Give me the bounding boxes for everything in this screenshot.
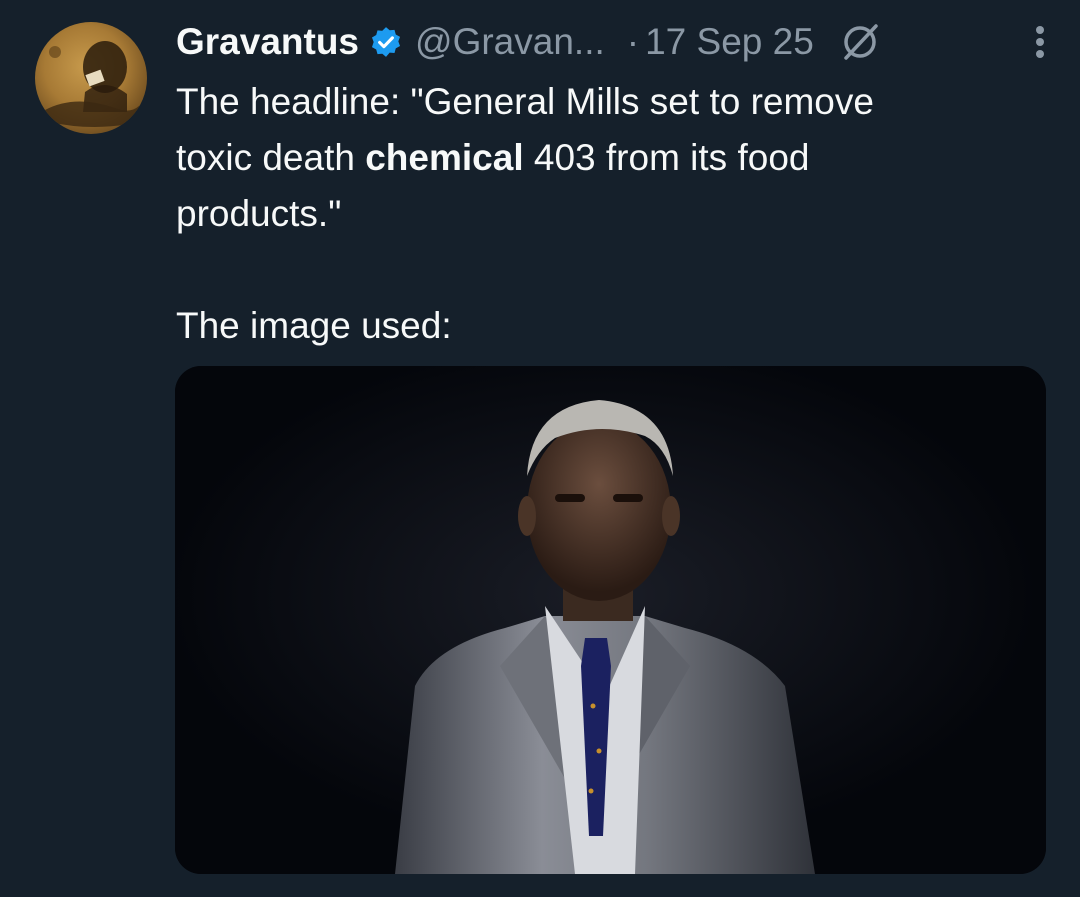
author-name[interactable]: Gravantus [176,21,359,63]
tweet-text-segment: The image used: [176,305,452,346]
verified-badge-icon [369,25,403,59]
tweet[interactable]: Gravantus @Gravan... · 17 Sep 25 The hea… [0,0,1080,897]
tweet-text-segment: 403 from its food [523,137,810,178]
more-options-icon[interactable] [1020,22,1060,62]
avatar-image [45,41,139,127]
grok-icon[interactable] [838,20,882,64]
tweet-text-line: The image used: [176,298,1036,354]
photo [175,366,1046,874]
author-handle[interactable]: @Gravan... [415,21,605,63]
tweet-text-line: The headline: "General Mills set to remo… [176,74,1036,130]
tweet-text-line: products." [176,186,1036,242]
tweet-text-segment: The headline: "General Mills set to remo… [176,81,874,122]
tweet-text-bold: chemical [365,137,524,178]
tweet-text-line: toxic death chemical 403 from its food [176,130,1036,186]
tweet-date[interactable]: 17 Sep 25 [645,21,814,63]
tweet-text-segment: products." [176,193,342,234]
avatar[interactable] [35,22,147,134]
tweet-text-segment: toxic death [176,137,366,178]
tweet-media-image[interactable] [175,366,1046,874]
tweet-text: The headline: "General Mills set to remo… [176,74,1036,354]
separator-dot: · [626,21,640,62]
tweet-header: Gravantus @Gravan... · 17 Sep 25 [176,16,1060,68]
